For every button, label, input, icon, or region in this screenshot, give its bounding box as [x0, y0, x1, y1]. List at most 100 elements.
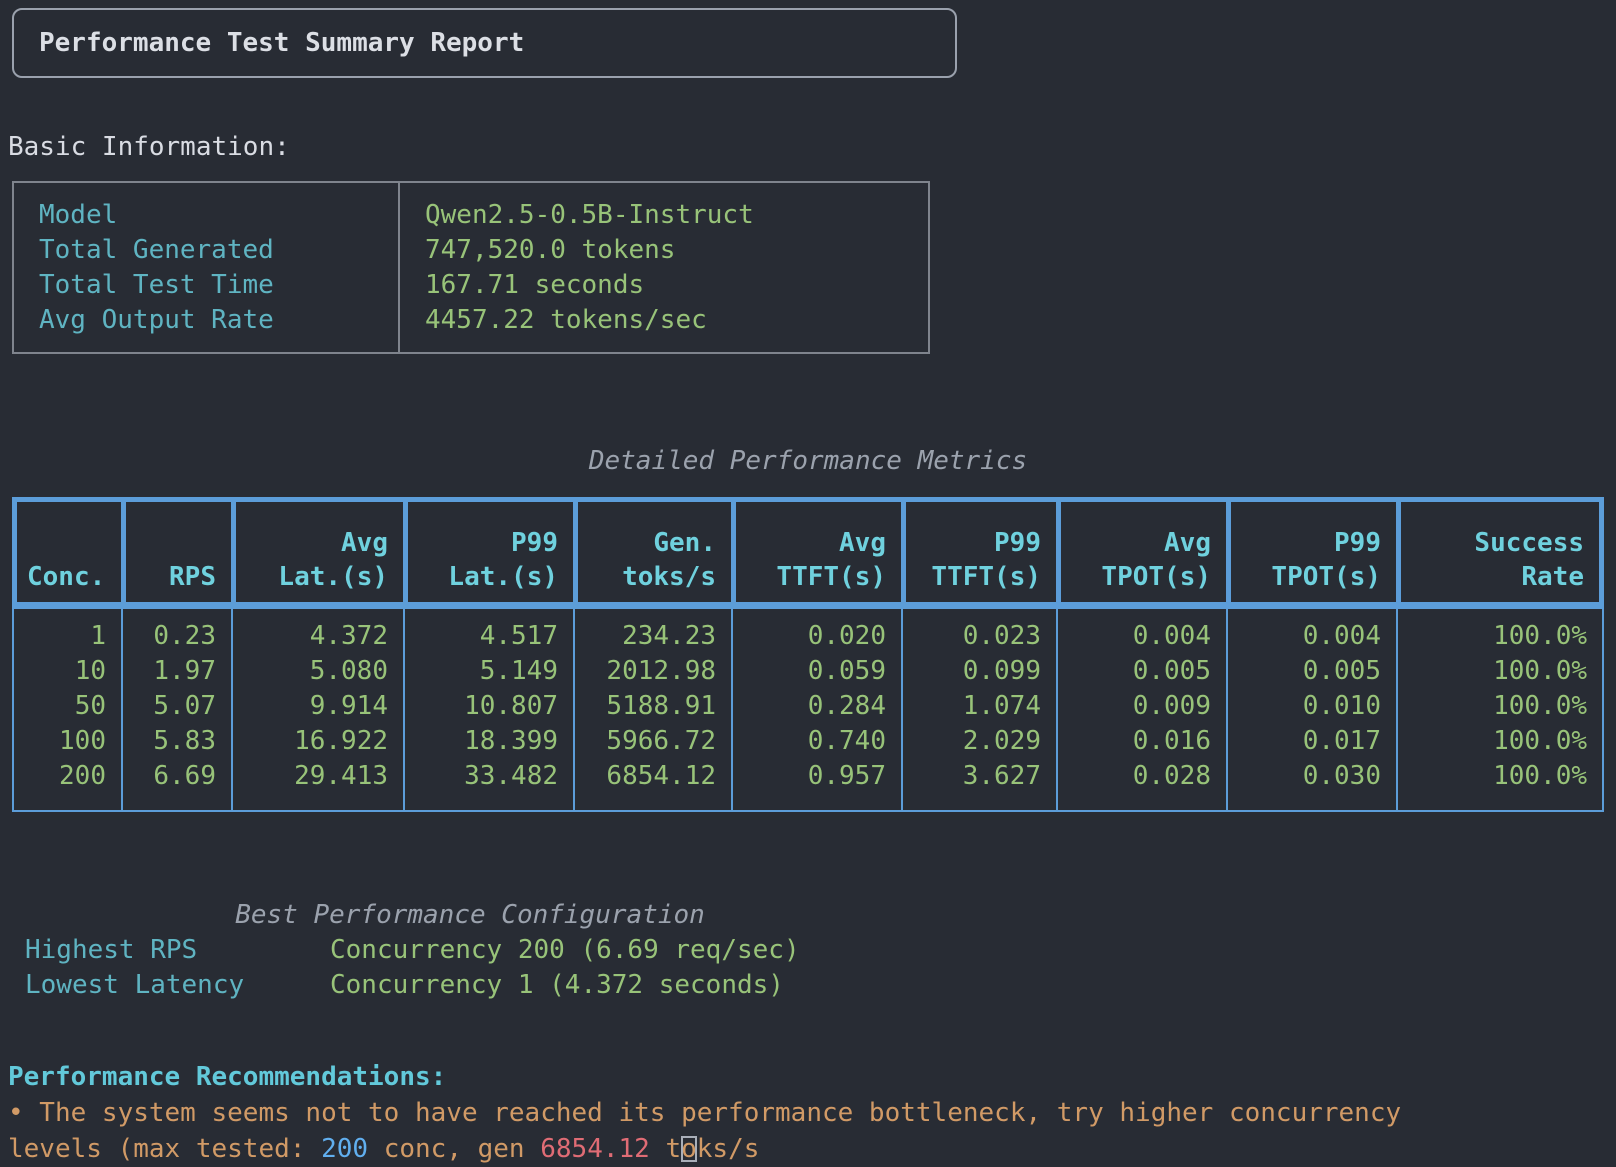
header-line — [27, 526, 106, 560]
header-cell-p99-ttft: P99TTFT(s) — [906, 502, 1061, 602]
header-line: TPOT(s) — [1246, 560, 1381, 594]
cell-value: 0.020 — [733, 619, 886, 654]
cell-value: 4.517 — [405, 619, 558, 654]
cell-value: 100.0% — [1398, 724, 1587, 759]
header-line: Avg — [251, 526, 388, 560]
cell-value: 100.0% — [1398, 654, 1587, 689]
header-line: Gen. — [593, 526, 716, 560]
body-col-p99-ttft: 0.0230.0991.0742.0293.627 — [903, 609, 1058, 810]
cell-value: 6.69 — [123, 759, 216, 794]
metrics-table-caption: Detailed Performance Metrics — [12, 444, 1604, 479]
cell-value: 234.23 — [575, 619, 716, 654]
terminal-cursor — [681, 1136, 697, 1162]
terminal-output: { "title_panel": { "text": "Performance … — [0, 0, 1616, 1148]
cell-value: 0.030 — [1228, 759, 1381, 794]
recommendation-bullet: • The system seems not to have reached i… — [8, 1096, 1401, 1131]
header-line: toks/s — [593, 560, 716, 594]
cell-value: 0.957 — [733, 759, 886, 794]
truncated-fragment: 200 — [321, 1134, 368, 1164]
cell-value: 33.482 — [405, 759, 558, 794]
header-cell-avg-lat: AvgLat.(s) — [236, 502, 408, 602]
metrics-body: 110501002000.231.975.075.836.694.3725.08… — [12, 607, 1604, 812]
cell-value: 10 — [14, 654, 106, 689]
cell-value: 100.0% — [1398, 689, 1587, 724]
header-line: Rate — [1416, 560, 1584, 594]
cell-value: 0.284 — [733, 689, 886, 724]
recommendation-truncated-line: levels (max tested: 200 conc, gen 6854.1… — [8, 1132, 759, 1167]
cell-value: 3.627 — [903, 759, 1041, 794]
header-line: Lat.(s) — [423, 560, 558, 594]
best-config-label: Highest RPS — [25, 933, 330, 968]
body-col-avg-ttft: 0.0200.0590.2840.7400.957 — [733, 609, 903, 810]
cell-value: 0.010 — [1228, 689, 1381, 724]
cell-value: 2012.98 — [575, 654, 716, 689]
cell-value: 5.080 — [233, 654, 388, 689]
header-line: Lat.(s) — [251, 560, 388, 594]
header-line: Avg — [1076, 526, 1211, 560]
basic-info-box: ModelTotal GeneratedTotal Test TimeAvg O… — [12, 181, 930, 354]
cell-value: 0.023 — [903, 619, 1041, 654]
recommendations-heading: Performance Recommendations: — [8, 1060, 446, 1095]
report-title-panel: Performance Test Summary Report — [12, 8, 957, 78]
best-config-value: Concurrency 1 (4.372 seconds) — [330, 970, 784, 1000]
header-line: P99 — [1246, 526, 1381, 560]
cell-value: 6854.12 — [575, 759, 716, 794]
best-config-rows: Highest RPSConcurrency 200 (6.69 req/sec… — [25, 933, 800, 1003]
cell-value: 1.074 — [903, 689, 1041, 724]
header-cell-avg-tpot: AvgTPOT(s) — [1061, 502, 1231, 602]
cell-value: 16.922 — [233, 724, 388, 759]
body-col-gen-toks: 234.232012.985188.915966.726854.12 — [575, 609, 733, 810]
header-line: TTFT(s) — [751, 560, 886, 594]
cell-value: 1.97 — [123, 654, 216, 689]
header-line: Conc. — [27, 560, 106, 594]
header-line: Avg — [751, 526, 886, 560]
header-cell-rps: RPS — [126, 502, 236, 602]
cell-value: 5.07 — [123, 689, 216, 724]
best-config-label: Lowest Latency — [25, 968, 330, 1003]
truncated-fragment: levels (max tested: — [8, 1134, 321, 1164]
report-title: Performance Test Summary Report — [39, 28, 524, 58]
cell-value: 0.005 — [1058, 654, 1211, 689]
cell-value: 0.099 — [903, 654, 1041, 689]
cell-value: 5.83 — [123, 724, 216, 759]
header-cell-avg-ttft: AvgTTFT(s) — [736, 502, 906, 602]
body-col-p99-lat: 4.5175.14910.80718.39933.482 — [405, 609, 575, 810]
header-line: P99 — [423, 526, 558, 560]
cell-value: 100.0% — [1398, 759, 1587, 794]
basic-info-label: Model — [39, 198, 398, 233]
header-cell-gen-toks: Gen.toks/s — [578, 502, 736, 602]
cell-value: 4.372 — [233, 619, 388, 654]
cell-value: 100.0% — [1398, 619, 1587, 654]
header-line: TPOT(s) — [1076, 560, 1211, 594]
cell-value: 0.23 — [123, 619, 216, 654]
cell-value: 50 — [14, 689, 106, 724]
cell-value: 5188.91 — [575, 689, 716, 724]
body-col-success-rate: 100.0%100.0%100.0%100.0%100.0% — [1398, 609, 1602, 810]
header-line: RPS — [141, 560, 216, 594]
body-col-avg-tpot: 0.0040.0050.0090.0160.028 — [1058, 609, 1228, 810]
basic-info-value: 4457.22 tokens/sec — [425, 303, 928, 338]
basic-info-label: Total Test Time — [39, 268, 398, 303]
truncated-fragment: toks/s — [650, 1134, 760, 1164]
cell-value: 100 — [14, 724, 106, 759]
cell-value: 0.740 — [733, 724, 886, 759]
cell-value: 0.009 — [1058, 689, 1211, 724]
cell-value: 5966.72 — [575, 724, 716, 759]
cell-value: 0.028 — [1058, 759, 1211, 794]
metrics-header-row: Conc. RPSAvgLat.(s)P99Lat.(s)Gen.toks/sA… — [12, 497, 1604, 607]
header-cell-success-rate: SuccessRate — [1401, 502, 1599, 602]
cell-value: 0.017 — [1228, 724, 1381, 759]
best-config-row: Lowest LatencyConcurrency 1 (4.372 secon… — [25, 968, 800, 1003]
header-line: Success — [1416, 526, 1584, 560]
cell-value: 29.413 — [233, 759, 388, 794]
header-line: P99 — [921, 526, 1041, 560]
header-cell-conc: Conc. — [17, 502, 126, 602]
cell-value: 0.004 — [1058, 619, 1211, 654]
basic-info-value: Qwen2.5-0.5B-Instruct — [425, 198, 928, 233]
truncated-fragment: 6854.12 — [540, 1134, 650, 1164]
basic-info-values: Qwen2.5-0.5B-Instruct747,520.0 tokens167… — [400, 183, 928, 352]
cell-value: 1 — [14, 619, 106, 654]
body-col-avg-lat: 4.3725.0809.91416.92229.413 — [233, 609, 405, 810]
cell-value: 0.016 — [1058, 724, 1211, 759]
metrics-table: Conc. RPSAvgLat.(s)P99Lat.(s)Gen.toks/sA… — [12, 497, 1604, 812]
